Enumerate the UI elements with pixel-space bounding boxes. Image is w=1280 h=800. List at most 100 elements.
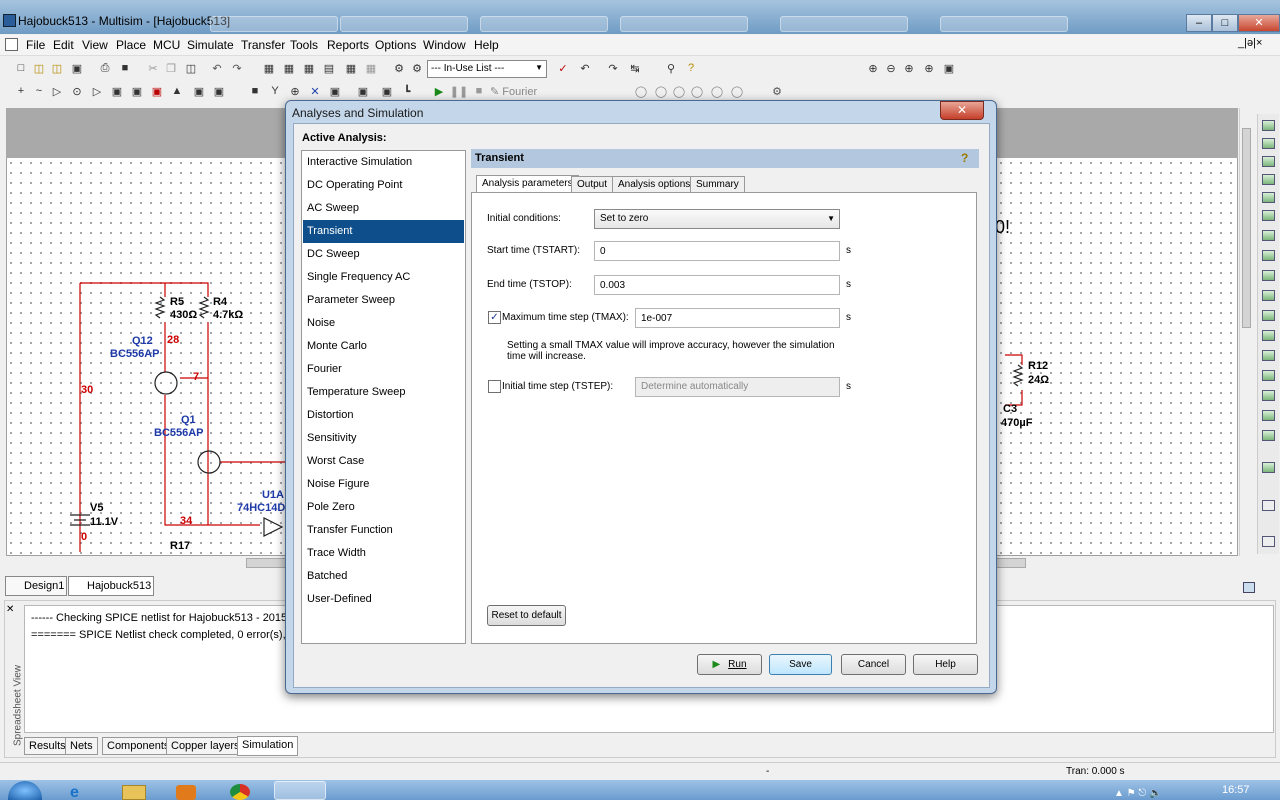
analyses-dialog: Analyses and Simulation ✕ Active Analysi… (285, 100, 997, 694)
analysis-item[interactable]: User-Defined (303, 588, 464, 611)
analysis-item[interactable]: DC Operating Point (303, 174, 464, 197)
word-generator-icon[interactable] (1262, 250, 1275, 261)
current-probe-icon[interactable] (1262, 500, 1275, 511)
reset-to-default-button[interactable]: Reset to default (487, 605, 566, 626)
analysis-parameters-panel: Initial conditions: Set to zero ▼ Start … (471, 192, 977, 644)
spectrum-analyzer-icon[interactable] (1262, 350, 1275, 361)
active-analysis-label: Active Analysis: (302, 132, 387, 144)
tab-summary[interactable]: Summary (690, 176, 745, 193)
tab-copper-layers[interactable]: Copper layers (166, 737, 245, 755)
dialog-title: Analyses and Simulation (292, 106, 424, 120)
label-q12-type: BC556AP (110, 348, 160, 360)
label-q1-type: BC556AP (154, 427, 204, 439)
tstart-input[interactable] (594, 241, 840, 261)
wattmeter-icon[interactable] (1262, 156, 1275, 167)
save-button[interactable]: Save (769, 654, 832, 675)
analysis-item[interactable]: AC Sweep (303, 197, 464, 220)
analysis-item-selected[interactable]: Transient (303, 220, 464, 243)
tmax-hint: Setting a small TMAX value will improve … (507, 340, 835, 362)
analysis-item[interactable]: DC Sweep (303, 243, 464, 266)
net-7: 7 (193, 371, 200, 383)
analysis-item[interactable]: Sensitivity (303, 427, 464, 450)
sheet-icon[interactable] (1243, 582, 1255, 593)
logic-converter-icon[interactable] (1262, 290, 1275, 301)
label-r4: R4 (213, 296, 228, 308)
analysis-item[interactable]: Parameter Sweep (303, 289, 464, 312)
tab-output[interactable]: Output (571, 176, 614, 193)
tray-icons[interactable]: ▲ ⚑ ⎋ 🔈 (1114, 788, 1162, 799)
label-v5-value: 11.1V (90, 516, 119, 528)
tstep-checkbox[interactable] (488, 380, 501, 393)
initial-conditions-select[interactable]: Set to zero ▼ (594, 209, 840, 229)
tmax-checkbox[interactable]: ✓ (488, 311, 501, 324)
help-icon[interactable]: ? (961, 151, 973, 165)
analysis-item[interactable]: Fourier (303, 358, 464, 381)
tab-analysis-options[interactable]: Analysis options (612, 176, 697, 193)
tstart-unit: s (846, 245, 851, 256)
multimeter-icon[interactable] (1262, 120, 1275, 131)
tab-design1[interactable]: Design1 (5, 576, 67, 596)
run-button[interactable]: ▶ Run (697, 654, 762, 675)
tab-hajobuck513[interactable]: Hajobuck513 (68, 576, 154, 596)
spreadsheet-view-label: Spreadsheet View (12, 665, 24, 746)
analysis-item[interactable]: Trace Width (303, 542, 464, 565)
help-button[interactable]: Help (913, 654, 978, 675)
labview-icon[interactable] (1262, 536, 1275, 547)
analysis-item[interactable]: Worst Case (303, 450, 464, 473)
analysis-item[interactable]: Transfer Function (303, 519, 464, 542)
agilent-multimeter-icon[interactable] (1262, 410, 1275, 421)
four-channel-scope-icon[interactable] (1262, 192, 1275, 203)
analysis-item[interactable]: Monte Carlo (303, 335, 464, 358)
network-analyzer-icon[interactable] (1262, 370, 1275, 381)
analysis-item[interactable]: Noise (303, 312, 464, 335)
label-u1a-type: 74HC14D (237, 502, 286, 514)
cancel-button[interactable]: Cancel (841, 654, 906, 675)
analysis-item[interactable]: Pole Zero (303, 496, 464, 519)
analysis-item[interactable]: Single Frequency AC (303, 266, 464, 289)
tmax-input[interactable] (635, 308, 840, 328)
analysis-item[interactable]: Temperature Sweep (303, 381, 464, 404)
multisim-taskbar-icon[interactable] (274, 781, 326, 800)
tstop-input[interactable] (594, 275, 840, 295)
analysis-item[interactable]: Distortion (303, 404, 464, 427)
oscilloscope-icon[interactable] (1262, 174, 1275, 185)
panel-title: Transient (475, 152, 524, 164)
tab-components[interactable]: Components (102, 737, 175, 755)
close-panel-icon[interactable]: ✕ (6, 604, 14, 615)
partial-text: 0! (995, 217, 1011, 237)
tstep-value: Determine automatically (641, 381, 749, 392)
label-r12-value: 24Ω (1028, 374, 1050, 386)
explorer-icon[interactable] (122, 785, 146, 800)
tab-results[interactable]: Results (24, 737, 71, 755)
distortion-analyzer-icon[interactable] (1262, 330, 1275, 341)
dialog-close-button[interactable]: ✕ (940, 101, 984, 120)
clock[interactable]: 16:57 (1222, 784, 1250, 796)
bode-plotter-icon[interactable] (1262, 210, 1275, 221)
tab-nets[interactable]: Nets (65, 737, 98, 755)
scroll-thumb[interactable] (1242, 128, 1251, 328)
measurement-probe-icon[interactable] (1262, 462, 1275, 473)
function-generator-icon[interactable] (1262, 138, 1275, 149)
net-28: 28 (167, 334, 180, 346)
frequency-counter-icon[interactable] (1262, 230, 1275, 241)
panel-header: Transient ? (471, 149, 979, 168)
label-r4-value: 4.7kΩ (213, 309, 244, 321)
agilent-generator-icon[interactable] (1262, 390, 1275, 401)
initial-conditions-value: Set to zero (600, 213, 649, 224)
analysis-list: Interactive Simulation DC Operating Poin… (301, 150, 466, 644)
chrome-icon[interactable] (230, 784, 250, 800)
tab-simulation[interactable]: Simulation (237, 736, 299, 756)
agilent-scope-icon[interactable] (1262, 430, 1275, 441)
label-r12: R12 (1028, 360, 1049, 372)
tmax-label: Maximum time step (TMAX): (502, 312, 629, 323)
analysis-item[interactable]: Batched (303, 565, 464, 588)
ie-icon[interactable]: e (70, 784, 90, 800)
media-player-icon[interactable] (176, 785, 196, 800)
iv-analyzer-icon[interactable] (1262, 310, 1275, 321)
analysis-item[interactable]: Interactive Simulation (303, 151, 464, 174)
tstop-unit: s (846, 279, 851, 290)
run-label: Run (728, 659, 747, 670)
logic-analyzer-icon[interactable] (1262, 270, 1275, 281)
analysis-item[interactable]: Noise Figure (303, 473, 464, 496)
vertical-scrollbar[interactable] (1239, 108, 1253, 556)
